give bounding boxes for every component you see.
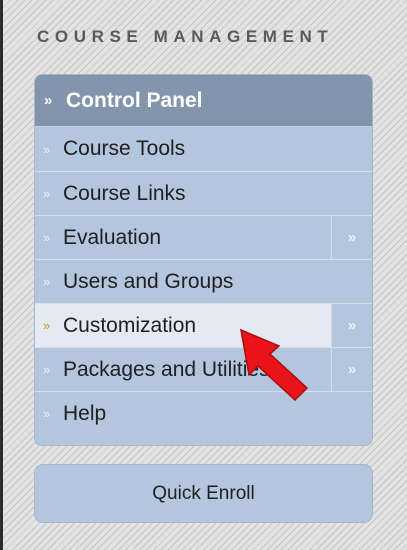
double-chevron-down-icon: » [43, 141, 51, 157]
menu-item-label: Evaluation [63, 225, 162, 249]
double-chevron-down-icon: » [43, 186, 51, 201]
double-chevron-down-icon: » [43, 318, 51, 333]
double-chevron-right-icon[interactable]: » [331, 304, 372, 347]
menu-item-packages-and-utilities[interactable]: » Packages and Utilities » [35, 347, 372, 391]
double-chevron-right-icon[interactable]: » [331, 348, 372, 391]
menu-item-label: Course Tools [63, 137, 186, 160]
menu-item-label: Users and Groups [63, 269, 234, 293]
red-arrow-pointer-icon [240, 328, 309, 402]
menu-item-course-tools[interactable]: » Course Tools [35, 127, 372, 171]
double-chevron-right-icon[interactable]: » [331, 216, 372, 259]
menu-item-label: Help [63, 401, 107, 425]
menu-item-evaluation[interactable]: » Evaluation » [35, 215, 372, 259]
control-panel-title: Control Panel [66, 88, 203, 112]
control-panel-header[interactable]: » Control Panel [35, 75, 372, 127]
double-chevron-down-icon: » [43, 274, 51, 289]
menu-item-help[interactable]: » Help [35, 391, 372, 435]
menu-item-customization[interactable]: » Customization » [35, 303, 372, 347]
menu-item-label: Course Links [63, 181, 186, 205]
double-chevron-down-icon: » [43, 406, 51, 421]
double-chevron-down-icon: » [43, 362, 51, 377]
course-management-panel: COURSE MANAGEMENT » Control Panel » Cour… [0, 0, 407, 550]
course-management-heading: COURSE MANAGEMENT [37, 27, 334, 46]
double-chevron-down-icon: » [43, 230, 51, 245]
control-panel-menu: » Course Tools » Course Links » Evaluati… [35, 127, 372, 435]
quick-enroll-button[interactable]: Quick Enroll [35, 465, 372, 522]
double-chevron-up-icon: » [44, 92, 53, 109]
control-panel: » Control Panel » Course Tools » Course … [35, 75, 372, 445]
menu-item-course-links[interactable]: » Course Links [35, 171, 372, 215]
menu-item-label: Customization [63, 313, 197, 337]
menu-item-users-and-groups[interactable]: » Users and Groups [35, 259, 372, 303]
